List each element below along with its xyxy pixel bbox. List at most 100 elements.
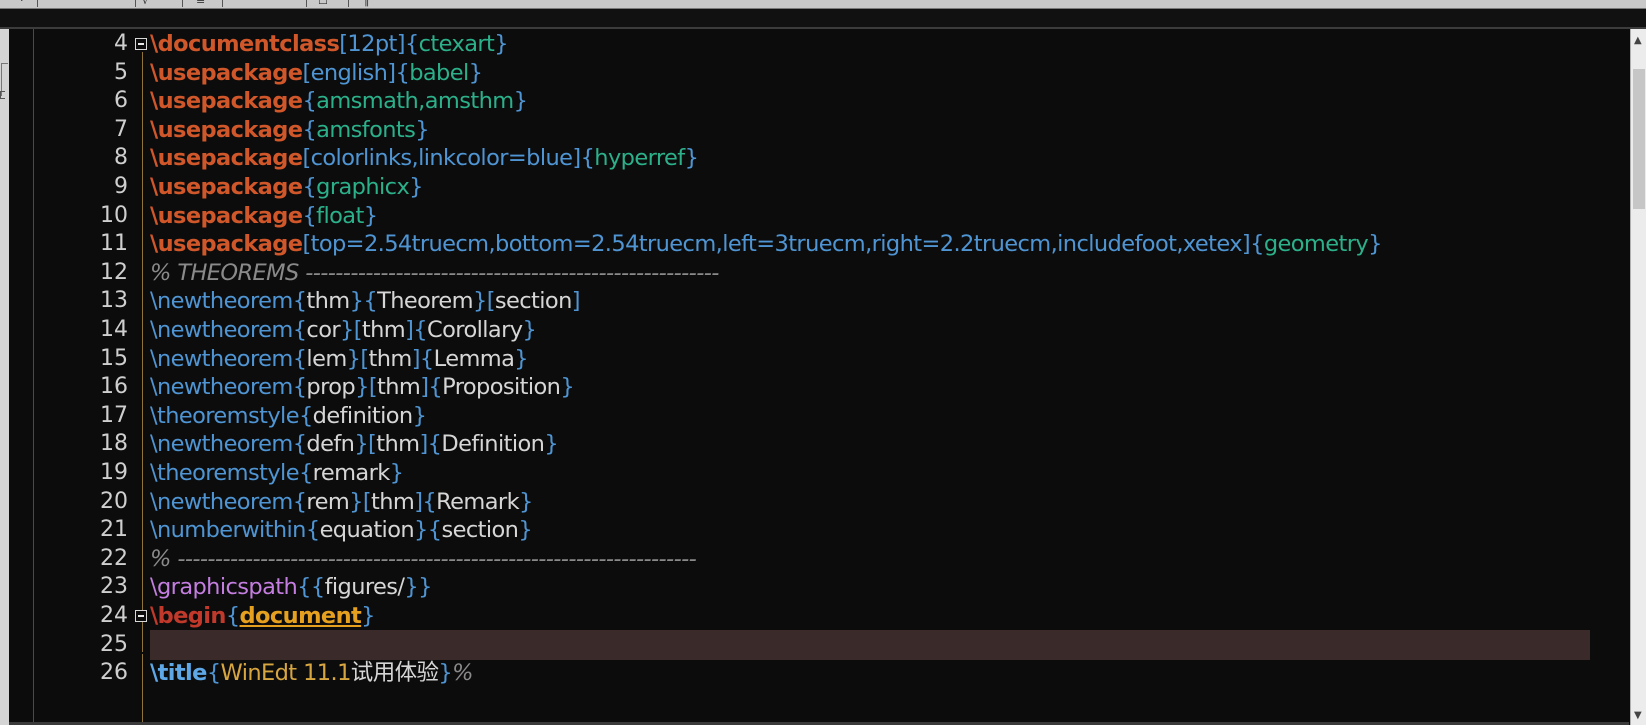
toolbar-tool-icon[interactable]: ≡: [196, 0, 205, 7]
bookmark-column[interactable]: [33, 29, 34, 725]
code-token: document: [239, 603, 362, 629]
code-token: }: [494, 31, 508, 57]
code-token: thm: [377, 374, 421, 400]
code-line[interactable]: % THEOREMS -----------------------------…: [150, 258, 719, 288]
document-tab-strip: [0, 9, 1646, 29]
line-number: 19: [100, 460, 128, 485]
line-number: 25: [100, 632, 128, 657]
line-number: 7: [114, 117, 128, 142]
code-token: \numberwithin: [150, 517, 306, 543]
line-number: 22: [100, 546, 128, 571]
code-line[interactable]: \newtheorem{prop}[thm]{Proposition}: [150, 372, 575, 402]
toolbar-tool-icon[interactable]: ∥: [364, 0, 370, 7]
code-token: amsmath,amsthm: [316, 88, 514, 114]
line-number: 24: [100, 603, 128, 628]
code-token: [top=2.54truecm,bottom=2.54truecm,left=3…: [302, 231, 1251, 257]
code-line[interactable]: \usepackage[top=2.54truecm,bottom=2.54tr…: [150, 229, 1382, 259]
code-token: \usepackage: [150, 60, 303, 86]
code-token: \usepackage: [150, 174, 303, 200]
code-token: section: [494, 288, 572, 314]
code-line[interactable]: \newtheorem{cor}[thm]{Corollary}: [150, 315, 537, 345]
code-line[interactable]: % --------------------------------------…: [150, 544, 697, 574]
code-line[interactable]: \usepackage[colorlinks,linkcolor=blue]{h…: [150, 143, 699, 173]
code-token: \newtheorem: [150, 346, 293, 372]
chevron-up-icon[interactable]: ▲: [1634, 35, 1642, 46]
code-token: cor: [306, 317, 341, 343]
toolbar-tool-icon[interactable]: √: [142, 0, 149, 7]
code-token: definition: [312, 403, 414, 429]
code-token: }: [522, 317, 537, 343]
vertical-scrollbar[interactable]: ▲ ▼: [1630, 29, 1646, 725]
code-token: }[: [340, 317, 363, 343]
toolbar-separator: [37, 0, 38, 7]
line-number: 9: [114, 174, 128, 199]
code-token: \documentclass: [150, 31, 340, 57]
toolbar-tool-icon[interactable]: ☐: [318, 0, 328, 7]
code-line[interactable]: \begin{document}: [150, 601, 375, 631]
code-editor[interactable]: \documentclass[12pt]{ctexart} \usepackage…: [150, 29, 1630, 725]
line-number: 8: [114, 145, 128, 170]
minus-box-icon[interactable]: [135, 38, 147, 50]
minus-box-icon[interactable]: [135, 610, 147, 622]
code-token: hyperref: [594, 145, 685, 171]
code-token: [12pt]: [339, 31, 405, 57]
split-marker: [0, 91, 5, 99]
code-token: Proposition: [442, 374, 561, 400]
code-token: {: [395, 60, 410, 86]
code-token: }: [468, 60, 483, 86]
code-line[interactable]: \usepackage[english]{babel}: [150, 58, 483, 88]
code-token: [english]: [302, 60, 396, 86]
code-token: }[: [355, 374, 378, 400]
code-line[interactable]: \usepackage{graphicx}: [150, 172, 423, 202]
toolbar-tool-icon[interactable]: ·: [20, 0, 24, 7]
code-token: {: [292, 317, 307, 343]
code-token: {: [292, 489, 307, 515]
code-token: \newtheorem: [150, 317, 293, 343]
code-token: \usepackage: [150, 145, 303, 171]
code-line[interactable]: \documentclass[12pt]{ctexart}: [150, 29, 509, 59]
code-line[interactable]: \graphicspath{{figures/}}: [150, 572, 432, 602]
code-token: Lemma: [433, 346, 515, 372]
toolbar-separator: [135, 0, 136, 7]
code-token: {: [1250, 231, 1264, 257]
line-number: 12: [100, 260, 128, 285]
code-token: \usepackage: [150, 88, 303, 114]
code-token: }: [518, 517, 533, 543]
code-line[interactable]: \usepackage{amsfonts}: [150, 115, 430, 145]
code-token: {: [302, 88, 317, 114]
chevron-down-icon[interactable]: ▼: [1634, 710, 1642, 721]
code-token: }: [363, 203, 378, 229]
line-number: 23: [100, 574, 128, 599]
code-token: {: [225, 603, 240, 629]
code-line[interactable]: \usepackage{float}: [150, 201, 378, 231]
scrollbar-thumb[interactable]: [1633, 69, 1645, 209]
code-token: }{: [414, 517, 442, 543]
code-token: {: [302, 117, 317, 143]
code-line[interactable]: \newtheorem{thm}{Theorem}[section]: [150, 286, 581, 316]
code-line[interactable]: \numberwithin{equation}{section}: [150, 515, 533, 545]
code-line[interactable]: \title{WinEdt 11.1试用体验}%: [150, 658, 474, 688]
code-token: \newtheorem: [150, 288, 293, 314]
code-token: graphicx: [316, 174, 410, 200]
fold-guide: [142, 654, 143, 725]
line-number: 17: [100, 403, 128, 428]
code-token: {: [292, 431, 307, 457]
line-number: 20: [100, 489, 128, 514]
line-number: 21: [100, 517, 128, 542]
code-token: {: [298, 460, 313, 486]
code-line[interactable]: \theoremstyle{definition}: [150, 401, 427, 431]
code-line[interactable]: \newtheorem{lem}[thm]{Lemma}: [150, 344, 529, 374]
code-line[interactable]: \newtheorem{defn}[thm]{Definition}: [150, 429, 559, 459]
code-line[interactable]: \theoremstyle{remark}: [150, 458, 404, 488]
code-line[interactable]: \usepackage{amsmath,amsthm}: [150, 86, 528, 116]
code-token: {: [292, 288, 307, 314]
code-token: Remark: [436, 489, 520, 515]
code-token: {: [292, 346, 307, 372]
code-line[interactable]: \newtheorem{rem}[thm]{Remark}: [150, 487, 533, 517]
code-token: prop: [306, 374, 356, 400]
code-token: }[: [346, 346, 370, 372]
code-token: [colorlinks,linkcolor=blue]: [302, 145, 581, 171]
line-number: 15: [100, 346, 128, 371]
code-token: babel: [409, 60, 469, 86]
code-token: \usepackage: [150, 117, 303, 143]
